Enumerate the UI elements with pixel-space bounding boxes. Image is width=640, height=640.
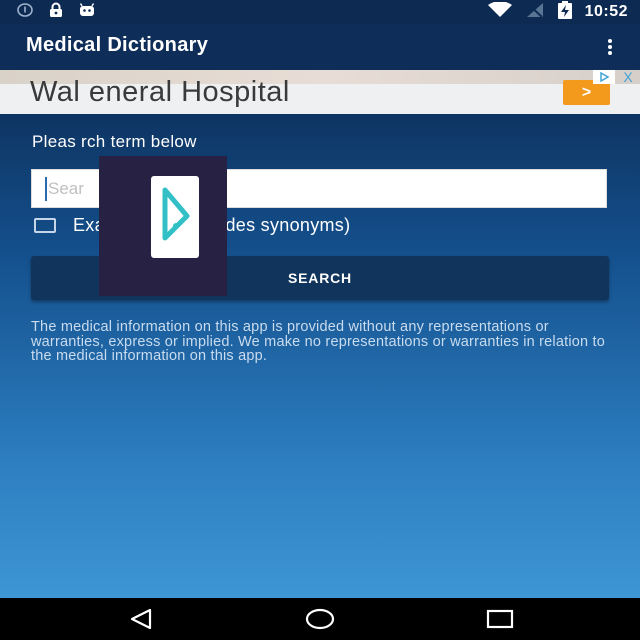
- recents-icon[interactable]: [485, 608, 515, 630]
- back-icon[interactable]: [126, 608, 156, 630]
- android-icon: [78, 2, 96, 22]
- app-title: Medical Dictionary: [26, 34, 209, 56]
- app-bar: Medical Dictionary: [0, 24, 640, 70]
- search-prompt: Pleas rch term below: [32, 132, 197, 151]
- app-screen: 10:52 Medical Dictionary Wal eneral Hosp…: [0, 0, 640, 640]
- ad-close-button[interactable]: X: [618, 70, 638, 84]
- overlay-widget[interactable]: [99, 156, 227, 296]
- main-content: Wal eneral Hospital > X Pleas rch term b…: [0, 70, 640, 598]
- wifi-icon: [487, 0, 513, 23]
- ad-banner[interactable]: Wal eneral Hospital > X: [0, 70, 640, 114]
- overflow-menu-icon[interactable]: [606, 38, 614, 56]
- navigation-bar: [0, 598, 640, 640]
- lock-icon: [48, 2, 64, 23]
- status-time: 10:52: [584, 3, 628, 20]
- text-cursor: [45, 177, 47, 201]
- play-logo-icon: [151, 176, 199, 258]
- ad-text[interactable]: Wal eneral Hospital: [30, 76, 290, 109]
- signal-icon: [525, 2, 545, 23]
- status-bar: 10:52: [0, 0, 640, 24]
- exact-match-checkbox[interactable]: [34, 217, 56, 233]
- disclaimer-text: The medical information on this app is p…: [31, 319, 606, 364]
- home-icon[interactable]: [305, 608, 335, 630]
- battery-charging-icon: [557, 0, 573, 24]
- ad-choices-icon[interactable]: [593, 70, 615, 84]
- info-icon: [16, 2, 34, 22]
